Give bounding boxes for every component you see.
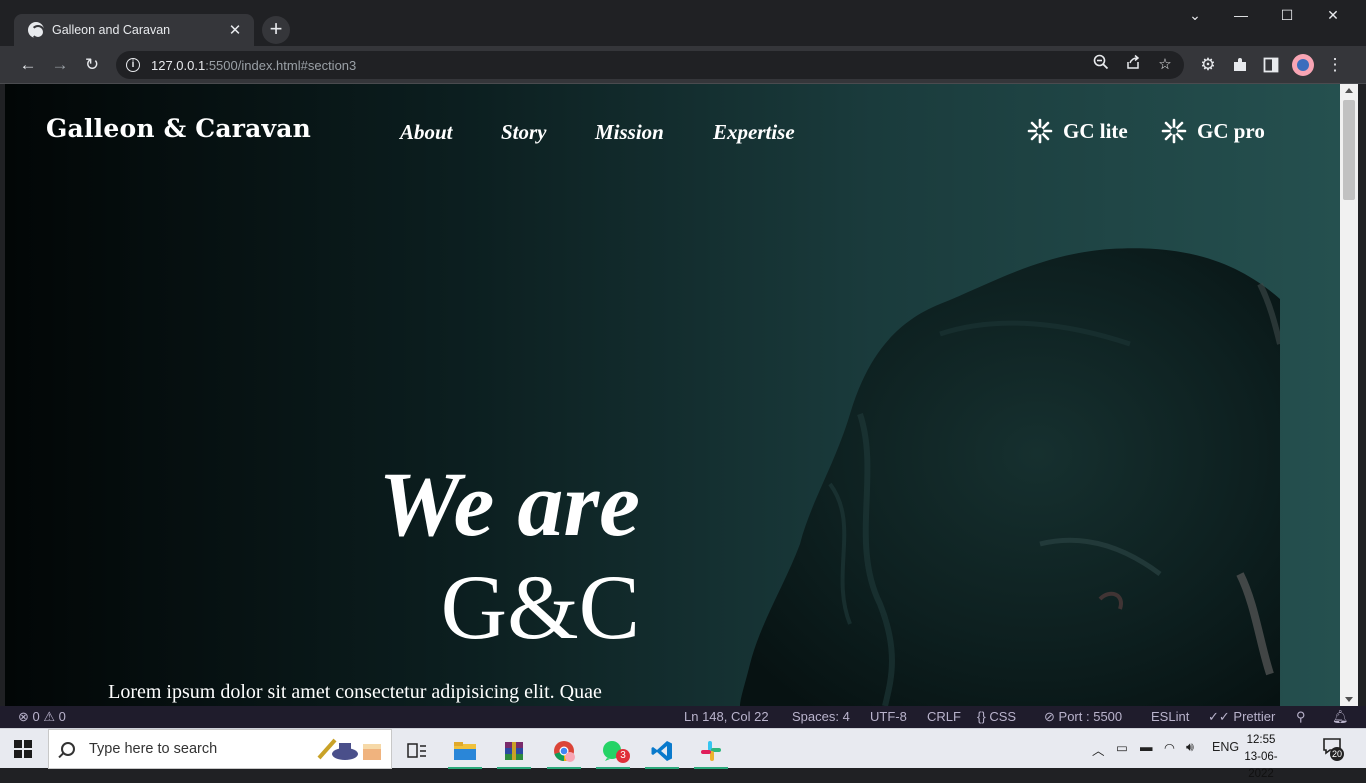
page-scrollbar[interactable] [1340, 84, 1358, 706]
tab-title: Galleon and Caravan [52, 23, 171, 37]
browser-tab-strip: Galleon and Caravan ✕ + ⌄ — ☐ ✕ [0, 0, 1366, 46]
site-logo[interactable]: Galleon & Caravan [46, 114, 311, 143]
feedback-icon[interactable]: ⚲ [1296, 709, 1306, 725]
line-ending-setting[interactable]: CRLF [927, 709, 961, 724]
gc-lite-link[interactable]: GC lite [1027, 118, 1128, 144]
back-arrow-icon[interactable]: ← [15, 52, 41, 78]
scrollbar-thumb[interactable] [1343, 100, 1355, 200]
language-label: CSS [989, 709, 1017, 724]
minimize-button[interactable]: — [1218, 0, 1264, 30]
prohibited-icon: ⊘ [1044, 709, 1055, 724]
hero-description: Lorem ipsum dolor sit amet consectetur a… [108, 681, 602, 703]
prettier-label: Prettier [1233, 709, 1276, 724]
gc-lite-label: GC lite [1063, 118, 1128, 143]
forward-arrow-icon[interactable]: → [47, 52, 73, 78]
zoom-out-icon[interactable] [1090, 54, 1112, 77]
eslint-status[interactable]: ESLint [1151, 709, 1189, 724]
scroll-down-arrow-icon[interactable] [1345, 697, 1353, 702]
braces-icon: {} [977, 709, 986, 724]
language-mode[interactable]: {} CSS [977, 709, 1016, 724]
battery-icon[interactable]: ▬ [1140, 740, 1153, 754]
error-icon: ⊗ [18, 709, 29, 724]
new-tab-button[interactable]: + [262, 16, 290, 44]
port-label: Port : 5500 [1058, 709, 1123, 724]
browser-tab[interactable]: Galleon and Caravan ✕ [14, 14, 254, 46]
close-window-button[interactable]: ✕ [1310, 0, 1356, 30]
error-count: 0 [32, 709, 40, 724]
nav-link-story[interactable]: Story [501, 120, 547, 145]
tab-close-icon[interactable]: ✕ [226, 21, 244, 39]
statue-bust-image [740, 248, 1280, 706]
reload-icon[interactable]: ↻ [79, 52, 105, 78]
address-bar[interactable]: i 127.0.0.1:5500/index.html#section3 ☆ [116, 51, 1184, 79]
taskbar-clock[interactable]: 12:55 13-06-2022 [1236, 732, 1286, 783]
maximize-button[interactable]: ☐ [1264, 0, 1310, 30]
volume-icon[interactable]: 🔊︎ [1186, 740, 1194, 755]
page-viewport: Galleon & Caravan About Story Mission Ex… [5, 84, 1340, 706]
menu-kebab-icon[interactable]: ⋮ [1322, 52, 1348, 78]
task-view-icon[interactable] [396, 733, 438, 769]
search-placeholder: Type here to search [89, 741, 218, 757]
profile-avatar[interactable] [1292, 54, 1314, 76]
prettier-status[interactable]: ✓✓ Prettier [1208, 709, 1275, 725]
warning-icon: ⚠ [43, 709, 56, 724]
winrar-icon[interactable] [493, 733, 535, 769]
snowflake-icon [1161, 118, 1187, 144]
side-panel-icon[interactable] [1258, 52, 1284, 78]
url-path: :5500/index.html#section3 [205, 57, 357, 73]
chrome-icon[interactable] [543, 733, 585, 769]
clock-date: 13-06-2022 [1244, 751, 1278, 780]
action-center-icon[interactable]: 20 [1322, 737, 1346, 761]
slack-icon[interactable] [690, 733, 732, 769]
hero-heading-line1: We are [378, 453, 640, 555]
site-info-icon[interactable]: i [126, 58, 140, 72]
gc-pro-label: GC pro [1197, 118, 1265, 143]
hero-heading-line2: G&C [440, 556, 640, 658]
url-host: 127.0.0.1 [151, 57, 206, 73]
nav-link-expertise[interactable]: Expertise [713, 120, 795, 145]
share-icon[interactable] [1122, 54, 1144, 77]
nav-link-mission[interactable]: Mission [595, 120, 664, 145]
windows-taskbar: Type here to search 3 ︿ ▭ ▬ ◠ 🔊︎ ENG 12:… [0, 728, 1366, 780]
indentation-setting[interactable]: Spaces: 4 [792, 709, 850, 724]
clock-time: 12:55 [1246, 734, 1276, 746]
globe-icon [28, 22, 45, 39]
vscode-icon[interactable] [641, 733, 683, 769]
search-icon [61, 742, 75, 756]
tab-search-icon[interactable]: ⌄ [1172, 0, 1218, 30]
gc-pro-link[interactable]: GC pro [1161, 118, 1265, 144]
double-check-icon: ✓✓ [1208, 709, 1230, 724]
warning-count: 0 [58, 709, 66, 724]
whatsapp-icon[interactable]: 3 [592, 733, 634, 769]
meet-now-icon[interactable]: ▭ [1116, 740, 1128, 755]
extension-gear-icon[interactable]: ⚙ [1195, 52, 1221, 78]
taskbar-search-box[interactable]: Type here to search [48, 729, 392, 769]
scroll-up-arrow-icon[interactable] [1345, 88, 1353, 93]
encoding-setting[interactable]: UTF-8 [870, 709, 907, 724]
wifi-icon[interactable]: ◠ [1164, 740, 1175, 755]
windows-start-icon[interactable] [14, 740, 32, 758]
cursor-position[interactable]: Ln 148, Col 22 [684, 709, 769, 724]
whatsapp-badge: 3 [616, 749, 630, 763]
tray-overflow-chevron-icon[interactable]: ︿ [1092, 740, 1105, 759]
bookmark-star-icon[interactable]: ☆ [1154, 54, 1176, 77]
editor-status-bar: ⊗ 0 ⚠ 0 Ln 148, Col 22 Spaces: 4 UTF-8 C… [0, 706, 1366, 728]
file-explorer-icon[interactable] [444, 733, 486, 769]
extensions-puzzle-icon[interactable] [1227, 52, 1253, 78]
browser-toolbar: ← → ↻ i 127.0.0.1:5500/index.html#sectio… [0, 46, 1366, 84]
live-server-port[interactable]: ⊘ Port : 5500 [1044, 709, 1122, 725]
snowflake-icon [1027, 118, 1053, 144]
notification-count: 20 [1330, 747, 1345, 761]
problems-indicator[interactable]: ⊗ 0 ⚠ 0 [18, 709, 66, 725]
window-edge [1358, 84, 1366, 706]
notifications-bell-icon[interactable]: 🔔︎ [1332, 709, 1349, 725]
nav-link-about[interactable]: About [400, 120, 453, 145]
search-highlight-illustration-icon [317, 738, 381, 760]
